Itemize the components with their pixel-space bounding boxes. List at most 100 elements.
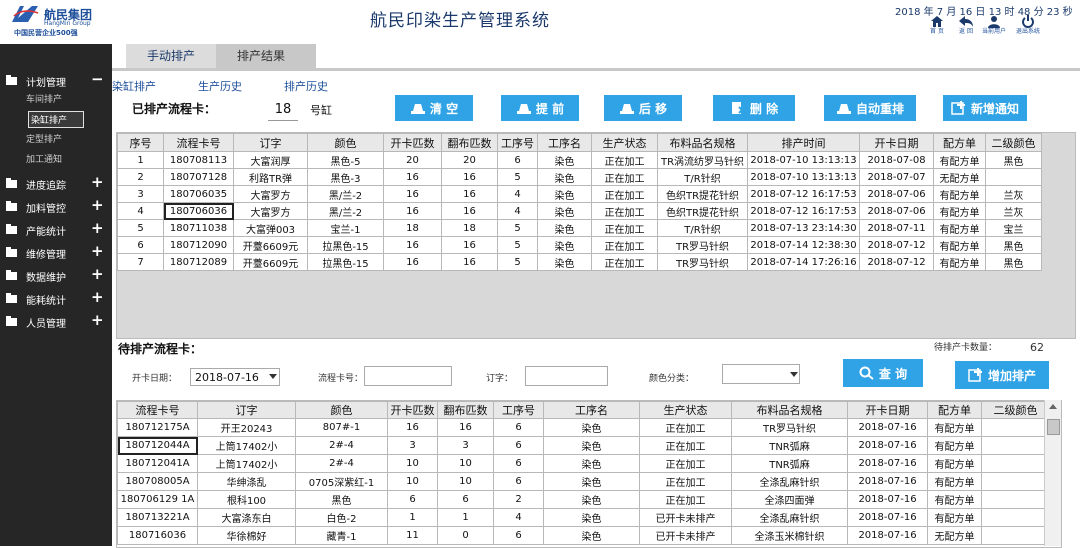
table-cell[interactable]: 16 xyxy=(441,168,498,186)
table-row[interactable]: 180712175A 开王20243 807#-1 16 16 6 染色 正在加工 TR罗马针织… xyxy=(117,418,1050,437)
table-row[interactable]: 180716036 华徐棉好 藏青-1 11 0 6 染色 已开卡未排产 全涤玉米棉针织 2018… xyxy=(117,526,1050,545)
column-header[interactable]: 订字 xyxy=(197,401,296,419)
table-cell[interactable]: 全涤乱麻针织 xyxy=(731,508,848,527)
move-back-button[interactable]: 后 移 xyxy=(604,95,682,121)
table-row[interactable]: 180712044A 上筒17402小 2#-4 3 3 6 染色 正在加工 TNR弧麻 2018… xyxy=(117,436,1050,455)
table-cell[interactable]: 2018-07-12 16:17:53 xyxy=(747,185,860,203)
table-cell[interactable]: 有配方单 xyxy=(927,508,982,527)
column-header[interactable]: 流程卡号 xyxy=(163,133,234,152)
table-cell[interactable]: 16 xyxy=(441,236,498,254)
expand-icon[interactable]: + xyxy=(91,196,104,214)
table-cell[interactable]: 有配方单 xyxy=(927,490,982,509)
subtab-production-history[interactable]: 生产历史 xyxy=(198,78,242,94)
sidebar-group-capacity[interactable]: 产能统计 + xyxy=(0,219,112,239)
table-cell[interactable]: 4 xyxy=(497,202,538,220)
table-row[interactable]: 1 180708113 大富润厚 黑色-5 20 20 6 染色 正在加工 TR涡流纺罗马针织 20… xyxy=(117,151,1042,169)
table-cell[interactable]: 正在加工 xyxy=(591,236,658,254)
column-header[interactable]: 二级颜色 xyxy=(985,133,1042,152)
table-cell[interactable]: 16 xyxy=(441,253,498,271)
table-cell[interactable]: 3 xyxy=(437,436,494,455)
table-cell[interactable]: T/R针织 xyxy=(657,219,748,237)
table-cell[interactable]: 180713221A xyxy=(117,508,198,527)
table-cell[interactable]: 2018-07-12 16:17:53 xyxy=(747,202,860,220)
table-cell[interactable]: 2018-07-11 xyxy=(859,219,934,237)
table-cell[interactable]: 黑色 xyxy=(985,253,1042,271)
table-cell[interactable]: 藏青-1 xyxy=(295,526,388,545)
sidebar-item-setting[interactable]: 定型排产 xyxy=(26,132,62,145)
table-cell[interactable]: 有配方单 xyxy=(933,219,986,237)
table-cell[interactable]: 180716036 xyxy=(117,526,198,545)
expand-icon[interactable]: + xyxy=(91,288,104,306)
table-row[interactable]: 180706129 1A 根科100 黑色 6 6 2 染色 正在加工 全涤四面弹 2018-07… xyxy=(117,490,1050,509)
subtab-dye-vat[interactable]: 染缸排产 xyxy=(112,78,156,94)
table-row[interactable]: 180708005A 华绅涤乱 0705深紫红-1 10 10 6 染色 正在加工 全涤乱麻针织… xyxy=(117,472,1050,491)
table-cell[interactable] xyxy=(985,168,1042,186)
table-cell[interactable]: 2 xyxy=(117,168,164,186)
table-cell[interactable]: TNR弧麻 xyxy=(731,454,848,473)
table-cell[interactable]: 3 xyxy=(387,436,438,455)
chevron-down-icon[interactable] xyxy=(790,372,798,377)
column-header[interactable]: 配方单 xyxy=(933,133,986,152)
table-cell[interactable]: 16 xyxy=(441,202,498,220)
table-cell[interactable]: 20 xyxy=(383,151,442,169)
table-cell[interactable]: 2018-07-07 xyxy=(859,168,934,186)
table-cell[interactable]: 宝兰-1 xyxy=(307,219,384,237)
table-cell[interactable]: 4 xyxy=(497,185,538,203)
column-header[interactable]: 颜色 xyxy=(295,401,388,419)
table-cell[interactable]: 有配方单 xyxy=(927,454,982,473)
table-cell[interactable]: 1 xyxy=(387,508,438,527)
table-cell[interactable]: 正在加工 xyxy=(591,168,658,186)
sidebar-group-maintenance[interactable]: 维修管理 + xyxy=(0,242,112,262)
table-cell[interactable]: 华绅涤乱 xyxy=(197,472,296,491)
table-cell[interactable]: 10 xyxy=(387,454,438,473)
table-cell[interactable]: 染色 xyxy=(537,219,592,237)
table-cell[interactable]: 180711038 xyxy=(163,219,234,237)
table-cell[interactable]: 16 xyxy=(383,236,442,254)
column-header[interactable]: 二级颜色 xyxy=(981,401,1050,419)
subtab-schedule-history[interactable]: 排产历史 xyxy=(284,78,328,94)
table-cell[interactable]: 6 xyxy=(387,490,438,509)
chevron-down-icon[interactable] xyxy=(269,374,277,379)
table-cell[interactable]: 开薹6609元 xyxy=(233,253,308,271)
table-cell[interactable]: 黑色 xyxy=(985,236,1042,254)
table-cell[interactable]: 2018-07-10 13:13:13 xyxy=(747,168,860,186)
sidebar-group-energy[interactable]: 能耗统计 + xyxy=(0,288,112,308)
table-cell[interactable]: 16 xyxy=(441,185,498,203)
table-cell[interactable]: 兰灰 xyxy=(985,185,1042,203)
table-cell[interactable]: 大富罗方 xyxy=(233,185,308,203)
table-cell[interactable]: 2018-07-12 xyxy=(859,253,934,271)
scroll-up-icon[interactable] xyxy=(1049,404,1057,409)
table-cell[interactable]: 无配方单 xyxy=(933,168,986,186)
table-cell[interactable]: 6 xyxy=(493,418,544,437)
table-cell[interactable]: 6 xyxy=(437,490,494,509)
table-cell[interactable]: 2018-07-13 23:14:30 xyxy=(747,219,860,237)
table-cell[interactable]: 180707128 xyxy=(163,168,234,186)
table-cell[interactable]: 染色 xyxy=(543,436,640,455)
expand-icon[interactable]: + xyxy=(91,219,104,237)
table-cell[interactable]: 6 xyxy=(493,472,544,491)
card-number-input[interactable] xyxy=(364,366,452,386)
table-cell[interactable]: 2018-07-12 xyxy=(859,236,934,254)
order-input[interactable] xyxy=(525,366,608,386)
table-cell[interactable]: 正在加工 xyxy=(591,185,658,203)
table-cell[interactable]: 16 xyxy=(383,168,442,186)
table-cell[interactable]: 黑/兰-2 xyxy=(307,185,384,203)
table-cell[interactable]: 色织TR提花针织 xyxy=(657,202,748,220)
table-row[interactable]: 180712041A 上筒17402小 2#-4 10 10 6 染色 正在加工 TNR弧麻 20… xyxy=(117,454,1050,473)
scrollbar-thumb[interactable] xyxy=(1047,419,1060,435)
column-header[interactable]: 布料品名规格 xyxy=(731,401,848,419)
table-cell[interactable]: 根科100 xyxy=(197,490,296,509)
table-cell[interactable]: 染色 xyxy=(543,490,640,509)
sidebar-group-plan[interactable]: 计划管理 − xyxy=(0,70,112,90)
table-cell[interactable]: 黑色-3 xyxy=(307,168,384,186)
table-cell[interactable]: 黑色-5 xyxy=(307,151,384,169)
sidebar-item-notice[interactable]: 加工通知 xyxy=(26,152,62,165)
sidebar-group-dosing[interactable]: 加料管控 + xyxy=(0,196,112,216)
table-cell[interactable]: 华徐棉好 xyxy=(197,526,296,545)
table-cell[interactable]: 5 xyxy=(497,236,538,254)
table-cell[interactable]: 上筒17402小 xyxy=(197,436,296,455)
table-cell[interactable]: TR罗马针织 xyxy=(731,418,848,437)
table-cell[interactable]: 6 xyxy=(493,454,544,473)
table-cell[interactable]: 16 xyxy=(387,418,438,437)
table-cell[interactable]: 染色 xyxy=(537,151,592,169)
